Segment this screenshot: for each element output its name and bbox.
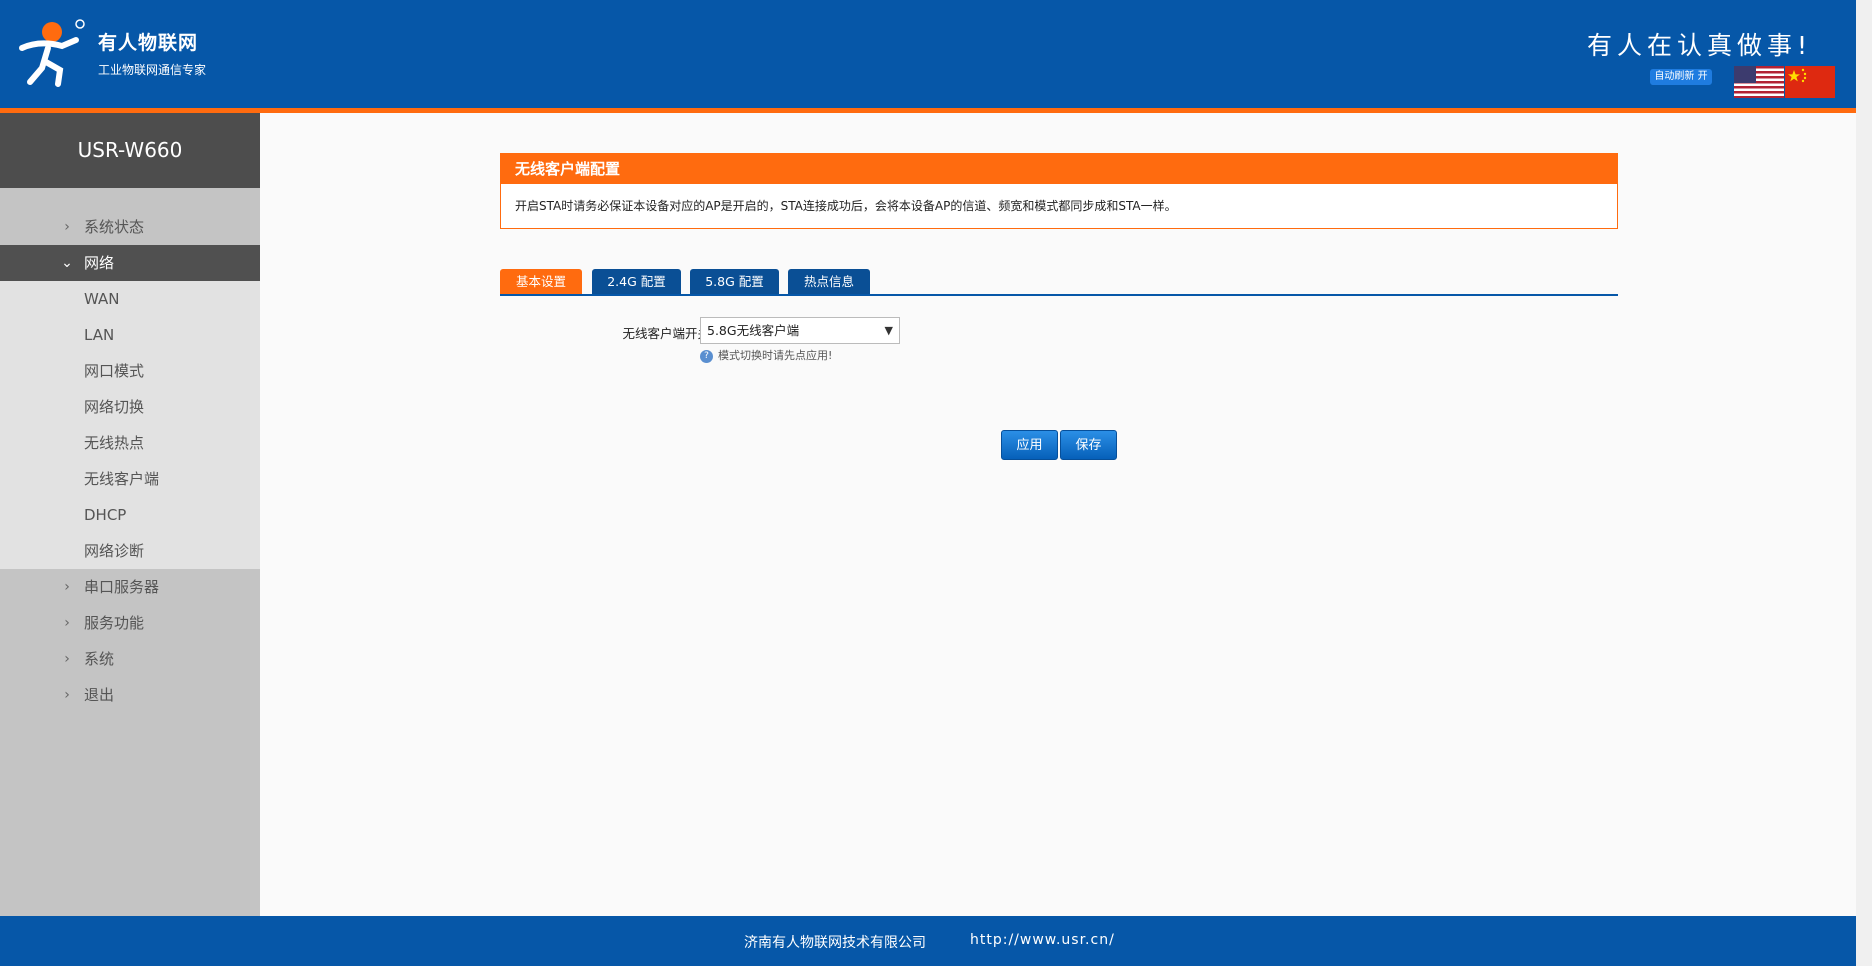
chevron-right-icon: › xyxy=(64,651,70,667)
usr-logo-icon xyxy=(19,19,85,87)
sidebar-subitem-network-switch[interactable]: 网络切换 xyxy=(0,389,260,425)
mode-hint: ? 模式切换时请先点应用! xyxy=(700,347,832,363)
sidebar-menu: › 系统状态 ⌄ 网络 WAN LAN 网口模式 网络切换 无线热点 无线客户端… xyxy=(0,209,260,713)
sidebar-subitem-wireless-client[interactable]: 无线客户端 xyxy=(0,461,260,497)
sidebar-item-label: 服务功能 xyxy=(84,614,145,632)
chevron-right-icon: › xyxy=(64,687,70,703)
brand-tagline: 工业物联网通信专家 xyxy=(98,63,207,77)
sidebar-subitem-network-diagnosis[interactable]: 网络诊断 xyxy=(0,533,260,569)
cn-flag-icon[interactable] xyxy=(1785,66,1835,98)
chevron-down-icon: ⌄ xyxy=(61,255,73,271)
scrollbar-gutter[interactable] xyxy=(1856,0,1872,966)
sidebar-subitem-label: 网络切换 xyxy=(84,398,145,416)
chevron-right-icon: › xyxy=(64,579,70,595)
page: 有人物联网 工业物联网通信专家 有人在认真做事! 自动刷新 开 USR-W660 xyxy=(0,0,1872,966)
sidebar: USR-W660 › 系统状态 ⌄ 网络 WAN LAN 网口模式 网络切换 无… xyxy=(0,113,260,916)
sidebar-subitem-port-mode[interactable]: 网口模式 xyxy=(0,353,260,389)
save-button[interactable]: 保存 xyxy=(1060,430,1117,460)
sidebar-item-serial-server[interactable]: › 串口服务器 xyxy=(0,569,260,605)
select-value: 5.8G无线客户端 xyxy=(707,323,800,338)
sidebar-subitem-wireless-hotspot[interactable]: 无线热点 xyxy=(0,425,260,461)
network-submenu: WAN LAN 网口模式 网络切换 无线热点 无线客户端 DHCP 网络诊断 xyxy=(0,281,260,569)
apply-button[interactable]: 应用 xyxy=(1001,430,1058,460)
wireless-client-switch-label: 无线客户端开关 xyxy=(622,326,710,341)
tab-bar: 基本设置 2.4G 配置 5.8G 配置 热点信息 xyxy=(500,269,1618,296)
panel-title: 无线客户端配置 xyxy=(501,154,1617,184)
sidebar-item-label: 网络 xyxy=(84,254,115,272)
us-flag-icon[interactable] xyxy=(1734,66,1784,98)
device-model: USR-W660 xyxy=(0,113,260,188)
sidebar-item-logout[interactable]: › 退出 xyxy=(0,677,260,713)
sidebar-subitem-wan[interactable]: WAN xyxy=(0,281,260,317)
sidebar-item-label: 退出 xyxy=(84,686,115,704)
sidebar-item-label: 系统状态 xyxy=(84,218,145,236)
sidebar-item-system-status[interactable]: › 系统状态 xyxy=(0,209,260,245)
sidebar-subitem-label: LAN xyxy=(84,326,115,344)
chevron-right-icon: › xyxy=(64,219,70,235)
tab-hotspot-info[interactable]: 热点信息 xyxy=(788,269,870,294)
panel-description: 开启STA时请务必保证本设备对应的AP是开启的，STA连接成功后，会将本设备AP… xyxy=(515,199,1177,213)
auto-refresh-toggle[interactable]: 自动刷新 开 xyxy=(1650,69,1712,85)
tab-basic-settings[interactable]: 基本设置 xyxy=(500,269,582,294)
sidebar-subitem-label: 无线热点 xyxy=(84,434,145,452)
footer: 济南有人物联网技术有限公司 http://www.usr.cn/ xyxy=(0,916,1856,966)
sidebar-item-network[interactable]: ⌄ 网络 xyxy=(0,245,260,281)
info-panel: 无线客户端配置 开启STA时请务必保证本设备对应的AP是开启的，STA连接成功后… xyxy=(500,153,1618,229)
chevron-down-icon: ▼ xyxy=(884,324,893,337)
header: 有人物联网 工业物联网通信专家 有人在认真做事! 自动刷新 开 xyxy=(0,0,1856,108)
sidebar-subitem-dhcp[interactable]: DHCP xyxy=(0,497,260,533)
slogan: 有人在认真做事! xyxy=(1586,31,1812,60)
wireless-client-select[interactable]: 5.8G无线客户端 ▼ xyxy=(700,317,900,344)
sidebar-subitem-label: 网口模式 xyxy=(84,362,145,380)
brand-name: 有人物联网 xyxy=(98,32,199,54)
tab-5-8g-config[interactable]: 5.8G 配置 xyxy=(690,269,779,294)
sidebar-subitem-label: WAN xyxy=(84,290,120,308)
hint-text: 模式切换时请先点应用! xyxy=(718,349,833,362)
sidebar-subitem-label: 无线客户端 xyxy=(84,470,160,488)
help-icon: ? xyxy=(700,349,713,363)
sidebar-subitem-label: DHCP xyxy=(84,506,127,524)
sidebar-subitem-label: 网络诊断 xyxy=(84,542,145,560)
sidebar-subitem-lan[interactable]: LAN xyxy=(0,317,260,353)
sidebar-item-services[interactable]: › 服务功能 xyxy=(0,605,260,641)
tab-2-4g-config[interactable]: 2.4G 配置 xyxy=(592,269,681,294)
chevron-right-icon: › xyxy=(64,615,70,631)
main-content: 无线客户端配置 开启STA时请务必保证本设备对应的AP是开启的，STA连接成功后… xyxy=(260,113,1856,916)
footer-company: 济南有人物联网技术有限公司 xyxy=(744,935,926,951)
sidebar-item-label: 串口服务器 xyxy=(84,578,160,596)
sidebar-item-label: 系统 xyxy=(84,650,115,668)
sidebar-item-system[interactable]: › 系统 xyxy=(0,641,260,677)
footer-url-link[interactable]: http://www.usr.cn/ xyxy=(970,932,1115,948)
